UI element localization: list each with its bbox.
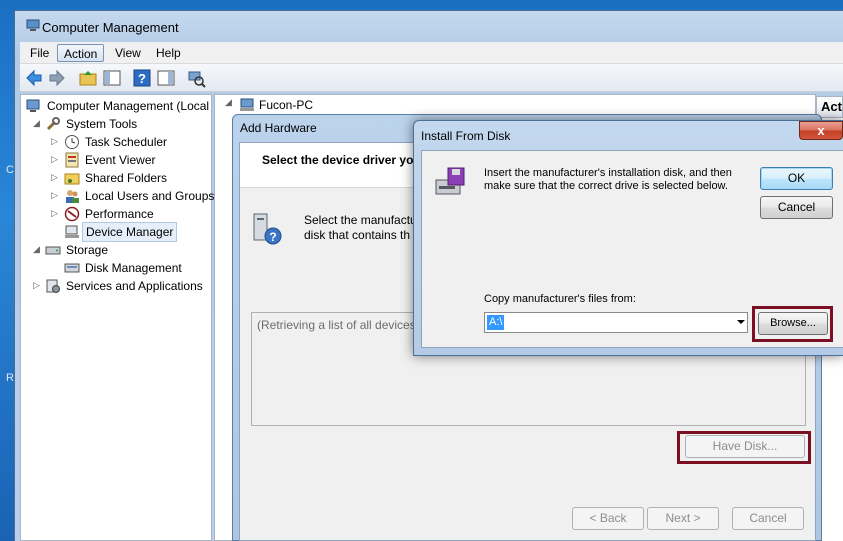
toolbar: ? [20,64,843,92]
storage-icon [45,246,61,255]
expand-triangle-icon[interactable]: ▷ [51,191,60,200]
back-arrow-icon[interactable] [24,68,44,88]
disk-management-icon [64,263,80,273]
tools-icon [46,117,60,131]
have-disk-button[interactable]: Have Disk... [685,435,805,458]
tree-label: Computer Management (Local [47,99,210,113]
console-tree: Computer Management (Local ◢ System Tool… [20,94,215,541]
tree-label: Storage [66,243,109,257]
computer-node-label[interactable]: Fucon-PC [259,98,313,112]
copy-from-value[interactable]: A:\ [487,315,505,330]
svg-text:?: ? [269,230,276,244]
computer-icon [240,98,254,111]
tree-item-storage[interactable]: ◢ Storage [21,241,211,259]
computer-management-icon [26,99,40,112]
tree-item-disk-management[interactable]: Disk Management [21,259,211,277]
menu-file[interactable]: File [24,44,55,62]
up-folder-icon[interactable] [78,68,98,88]
expand-triangle-icon[interactable]: ▷ [51,209,60,218]
tree-label: System Tools [66,117,138,131]
tree-item-task-scheduler[interactable]: ▷ Task Scheduler [21,133,211,151]
back-button[interactable]: < Back [572,507,644,530]
browse-button[interactable]: Browse... [758,312,828,335]
device-manager-icon [65,225,79,238]
description-line: Select the manufactu [304,213,416,227]
install-from-disk-title: Install From Disk [421,129,511,143]
menu-action[interactable]: Action [57,44,105,62]
tree-label: Disk Management [85,261,182,275]
window-title: Computer Management [42,20,179,35]
tree-item-performance[interactable]: ▷ Performance [21,205,211,223]
add-hardware-title: Add Hardware [240,121,317,135]
performance-icon [64,206,80,222]
description-line: disk that contains th [304,228,411,242]
show-hide-tree-icon[interactable] [102,68,122,88]
menu-view[interactable]: View [109,44,147,62]
install-from-disk-message: Insert the manufacturer's installation d… [484,167,732,192]
tree-label: Services and Applications [66,279,203,293]
ok-button[interactable]: OK [760,167,833,190]
menu-help[interactable]: Help [150,44,187,62]
chevron-down-icon[interactable] [737,320,745,324]
desktop-edge-glyph: R [6,372,14,384]
floppy-disk-drive-icon [435,167,465,195]
tree-label: Performance [85,207,154,221]
scan-hardware-icon[interactable] [186,68,206,88]
desktop-edge-glyph: C [6,164,14,176]
add-hardware-heading: Select the device driver yo [262,153,414,167]
collapse-triangle-icon[interactable]: ◢ [33,245,42,254]
tree-item-services[interactable]: ▷ Services and Applications [21,277,211,295]
menu-bar: File Action View Help [20,42,843,64]
copy-from-combobox[interactable]: A:\ [484,312,748,333]
svg-text:?: ? [138,71,146,86]
tree-item-local-users[interactable]: ▷ Local Users and Groups [21,187,215,205]
expand-triangle-icon[interactable]: ▷ [51,155,60,164]
expand-triangle-icon[interactable]: ▷ [51,137,60,146]
show-hide-action-pane-icon[interactable] [156,68,176,88]
users-icon [66,190,79,203]
shared-folder-icon [64,173,80,185]
computer-management-icon [26,19,40,31]
copy-from-label: Copy manufacturer's files from: [484,293,636,305]
tree-label: Event Viewer [85,153,156,167]
services-icon [46,279,60,293]
forward-arrow-icon[interactable] [47,68,67,88]
tree-item-shared-folders[interactable]: ▷ Shared Folders [21,169,211,187]
tree-item-device-manager[interactable]: Device Manager [21,222,211,242]
tree-label: Shared Folders [85,171,168,185]
hardware-question-icon: ? [253,213,282,245]
expand-triangle-icon[interactable]: ▷ [51,173,60,182]
device-list-status: (Retrieving a list of all devices [257,318,416,332]
next-button[interactable]: Next > [647,507,719,530]
event-viewer-icon [65,152,79,168]
cancel-button[interactable]: Cancel [732,507,804,530]
tree-item-root[interactable]: Computer Management (Local [21,97,211,115]
dialog-cancel-button[interactable]: Cancel [760,196,833,219]
expand-triangle-icon[interactable]: ▷ [33,281,42,290]
tree-label: Device Manager [82,222,178,242]
tree-label: Local Users and Groups [85,189,215,203]
tree-item-event-viewer[interactable]: ▷ Event Viewer [21,151,211,169]
clock-icon [65,135,79,149]
add-hardware-description: Select the manufactu disk that contains … [304,213,416,243]
close-button[interactable]: x [799,121,843,140]
collapse-triangle-icon[interactable]: ◢ [33,119,42,128]
tree-label: Task Scheduler [85,135,168,149]
collapse-triangle-icon[interactable]: ◢ [225,97,232,108]
tree-item-system-tools[interactable]: ◢ System Tools [21,115,211,133]
help-icon[interactable]: ? [132,68,152,88]
